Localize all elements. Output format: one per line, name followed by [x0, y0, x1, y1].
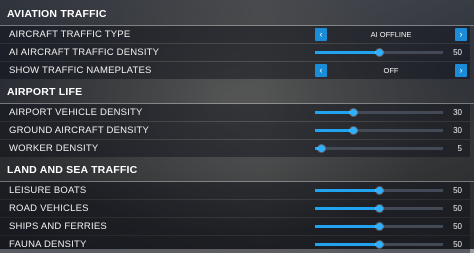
- setting-label: FAUNA DENSITY: [9, 239, 87, 250]
- slider-fill: [315, 111, 354, 114]
- slider-fill: [315, 51, 379, 54]
- slider-fill: [315, 243, 379, 246]
- setting-row-show-traffic-nameplates[interactable]: SHOW TRAFFIC NAMEPLATES ‹ OFF ›: [0, 62, 470, 79]
- density-slider[interactable]: [315, 223, 443, 230]
- section-title: LAND AND SEA TRAFFIC: [7, 164, 138, 176]
- section-header-land-and-sea-traffic: LAND AND SEA TRAFFIC: [0, 158, 474, 182]
- density-slider[interactable]: [315, 205, 443, 212]
- chevron-left-icon[interactable]: ‹: [315, 64, 327, 77]
- setting-row-ai-aircraft-traffic-density[interactable]: AI AIRCRAFT TRAFFIC DENSITY 50: [0, 44, 470, 61]
- setting-label: AIRCRAFT TRAFFIC TYPE: [9, 29, 131, 40]
- section-header-aviation-traffic: AVIATION TRAFFIC: [0, 2, 474, 26]
- slider-value: 50: [453, 186, 462, 195]
- setting-label: AI AIRCRAFT TRAFFIC DENSITY: [9, 47, 160, 58]
- selector-value: AI OFFLINE: [370, 30, 412, 39]
- traffic-settings-panel: AVIATION TRAFFIC AIRCRAFT TRAFFIC TYPE ‹…: [0, 0, 474, 253]
- chevron-left-icon[interactable]: ‹: [315, 28, 327, 41]
- slider-fill: [315, 207, 379, 210]
- chevron-right-icon[interactable]: ›: [455, 28, 467, 41]
- slider-handle[interactable]: [349, 109, 357, 116]
- density-slider[interactable]: [315, 187, 443, 194]
- slider-fill: [315, 129, 354, 132]
- setting-label: LEISURE BOATS: [9, 185, 87, 196]
- setting-row-worker-density[interactable]: WORKER DENSITY 5: [0, 140, 470, 157]
- setting-label: SHIPS AND FERRIES: [9, 221, 107, 232]
- section-title: AVIATION TRAFFIC: [7, 8, 107, 20]
- slider-value: 50: [453, 204, 462, 213]
- slider-value: 50: [453, 48, 462, 57]
- slider-value: 30: [453, 108, 462, 117]
- section-title: AIRPORT LIFE: [7, 86, 83, 98]
- setting-row-aircraft-traffic-type[interactable]: AIRCRAFT TRAFFIC TYPE ‹ AI OFFLINE ›: [0, 26, 470, 43]
- density-slider[interactable]: [315, 241, 443, 248]
- density-slider[interactable]: [315, 145, 443, 152]
- setting-label: AIRPORT VEHICLE DENSITY: [9, 107, 143, 118]
- slider-handle[interactable]: [375, 187, 383, 194]
- density-slider[interactable]: [315, 127, 443, 134]
- slider-handle[interactable]: [375, 49, 383, 56]
- chevron-right-icon[interactable]: ›: [455, 64, 467, 77]
- slider-handle[interactable]: [375, 205, 383, 212]
- density-slider[interactable]: [315, 109, 443, 116]
- slider-handle[interactable]: [349, 127, 357, 134]
- setting-row-ships-and-ferries[interactable]: SHIPS AND FERRIES 50: [0, 218, 470, 235]
- slider-handle[interactable]: [375, 223, 383, 230]
- slider-handle[interactable]: [375, 241, 383, 248]
- selector-value: OFF: [383, 66, 399, 75]
- slider-value: 30: [453, 126, 462, 135]
- setting-label: WORKER DENSITY: [9, 143, 99, 154]
- setting-row-airport-vehicle-density[interactable]: AIRPORT VEHICLE DENSITY 30: [0, 104, 470, 121]
- setting-label: SHOW TRAFFIC NAMEPLATES: [9, 65, 152, 76]
- slider-value: 50: [453, 222, 462, 231]
- setting-label: ROAD VEHICLES: [9, 203, 89, 214]
- setting-label: GROUND AIRCRAFT DENSITY: [9, 125, 150, 136]
- section-header-airport-life: AIRPORT LIFE: [0, 80, 474, 104]
- slider-value: 50: [453, 240, 462, 249]
- slider-fill: [315, 225, 379, 228]
- setting-row-road-vehicles[interactable]: ROAD VEHICLES 50: [0, 200, 470, 217]
- density-slider[interactable]: [315, 49, 443, 56]
- setting-row-leisure-boats[interactable]: LEISURE BOATS 50: [0, 182, 470, 199]
- slider-fill: [315, 189, 379, 192]
- slider-value: 5: [457, 144, 462, 153]
- slider-handle[interactable]: [317, 145, 325, 152]
- setting-row-ground-aircraft-density[interactable]: GROUND AIRCRAFT DENSITY 30: [0, 122, 470, 139]
- setting-row-fauna-density[interactable]: FAUNA DENSITY 50: [0, 236, 470, 253]
